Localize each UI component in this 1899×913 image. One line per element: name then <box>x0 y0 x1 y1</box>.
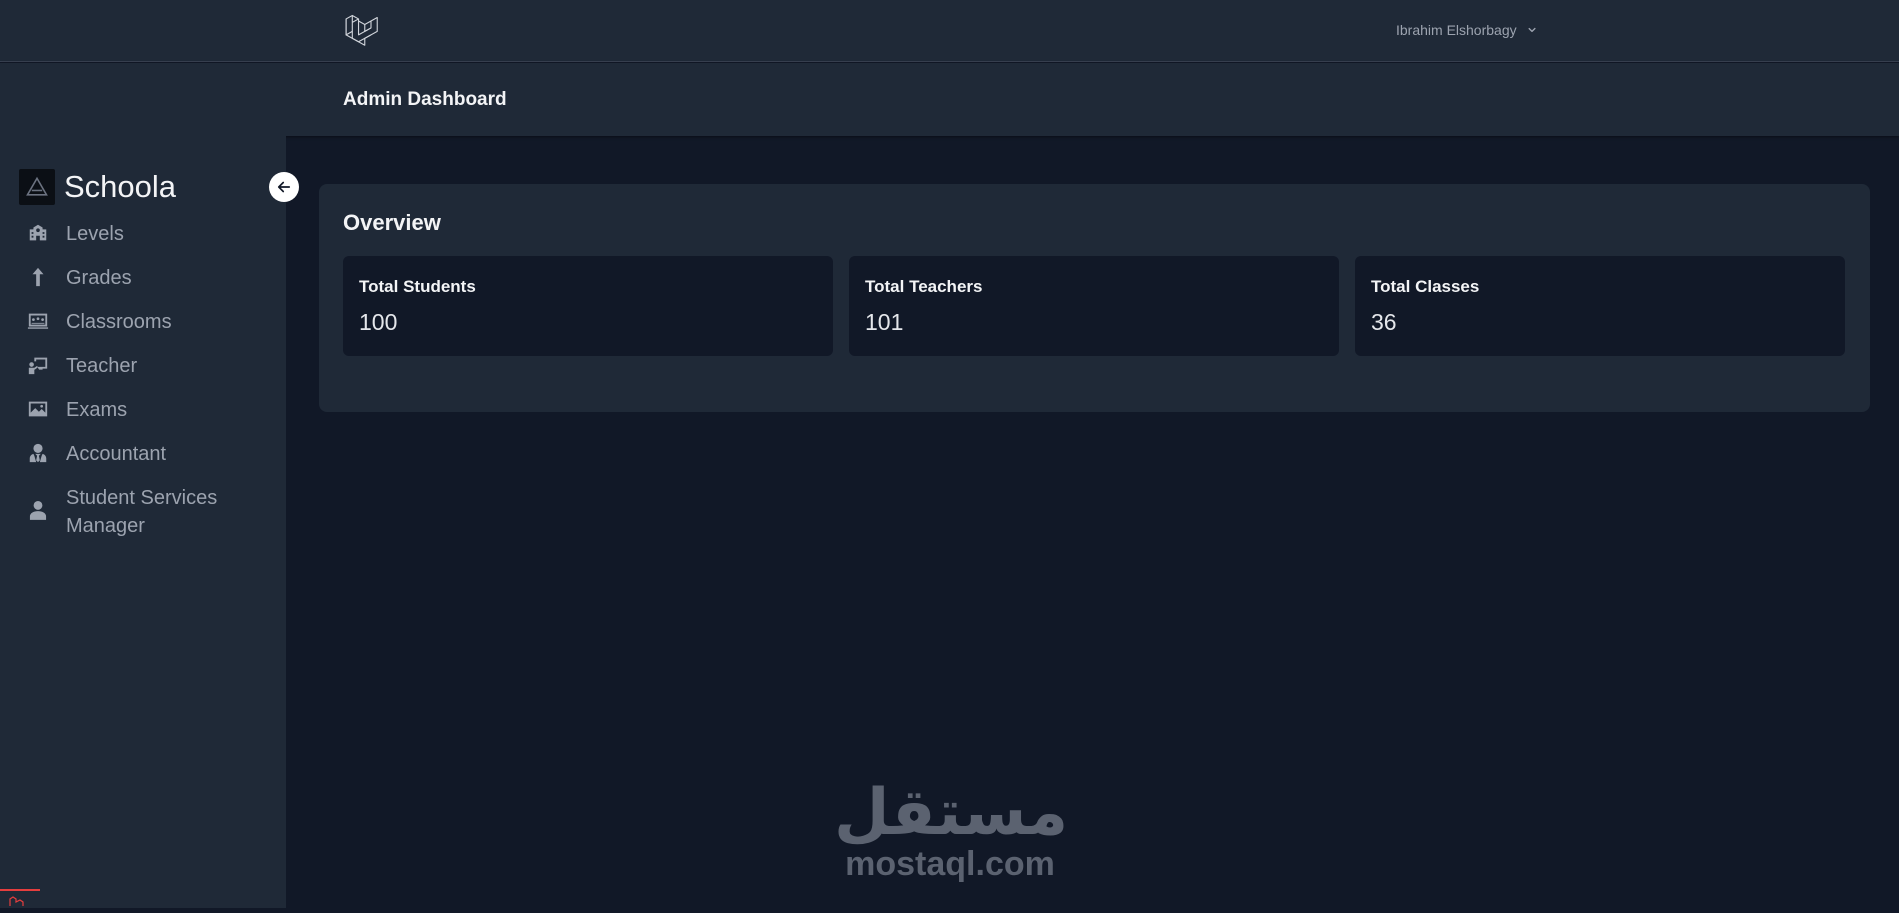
stat-card-total-teachers: Total Teachers 101 <box>849 256 1339 356</box>
image-icon <box>26 397 50 421</box>
corner-badge-icon <box>0 889 40 908</box>
sidebar-item-label: Grades <box>66 267 132 289</box>
user-menu-dropdown[interactable]: Ibrahim Elshorbagy <box>1396 19 1539 41</box>
sidebar-item-label: Student Services Manager <box>66 487 218 537</box>
collapse-sidebar-button[interactable] <box>269 172 299 202</box>
stat-label: Total Classes <box>1371 277 1480 296</box>
arrow-up-icon <box>26 265 50 289</box>
user-name: Ibrahim Elshorbagy <box>1396 22 1517 38</box>
brand-logo-icon <box>19 169 55 205</box>
watermark-latin: mostaql.com <box>845 845 1055 883</box>
stat-value: 101 <box>865 309 904 335</box>
sidebar-item-label: Exams <box>66 399 128 421</box>
sidebar-item-teacher[interactable]: Teacher <box>26 352 246 380</box>
mostaql-watermark: مستقل mostaql.com <box>834 776 1069 892</box>
sidebar: Schoola Levels Grades Classrooms Teacher… <box>0 136 286 908</box>
laravel-logo-icon[interactable] <box>344 12 380 48</box>
stat-label: Total Teachers <box>865 277 983 296</box>
sidebar-item-label: Levels <box>66 223 124 245</box>
brand-name: Schoola <box>64 169 177 204</box>
teacher-icon <box>26 353 50 377</box>
watermark-arabic: مستقل <box>834 776 1069 850</box>
stat-label: Total Students <box>359 277 476 296</box>
school-icon <box>26 221 50 245</box>
overview-title: Overview <box>343 210 441 235</box>
sidebar-item-label: Classrooms <box>66 311 172 333</box>
top-navbar: Ibrahim Elshorbagy <box>0 0 1899 62</box>
user-tie-icon <box>26 441 50 465</box>
chevron-down-icon <box>1528 27 1536 33</box>
sidebar-item-exams[interactable]: Exams <box>26 396 246 424</box>
user-shield-icon <box>26 498 50 522</box>
stat-card-total-students: Total Students 100 <box>343 256 833 356</box>
brand[interactable]: Schoola <box>19 168 176 206</box>
stat-value: 36 <box>1371 309 1397 335</box>
page-title: Admin Dashboard <box>343 89 507 110</box>
arrow-left-icon <box>277 181 291 193</box>
sidebar-item-classrooms[interactable]: Classrooms <box>26 308 246 336</box>
sidebar-item-grades[interactable]: Grades <box>26 264 246 292</box>
page-header: Admin Dashboard <box>0 63 1899 136</box>
sidebar-item-levels[interactable]: Levels <box>26 220 246 248</box>
stat-value: 100 <box>359 309 398 335</box>
classroom-icon <box>26 309 50 333</box>
sidebar-item-label: Teacher <box>66 355 138 377</box>
overview-card: Overview Total Students 100 Total Teache… <box>319 184 1870 412</box>
stat-card-total-classes: Total Classes 36 <box>1355 256 1845 356</box>
sidebar-item-accountant[interactable]: Accountant <box>26 440 246 468</box>
sidebar-item-label: Accountant <box>66 443 167 465</box>
sidebar-item-student-services-manager[interactable]: Student Services Manager <box>26 484 246 540</box>
